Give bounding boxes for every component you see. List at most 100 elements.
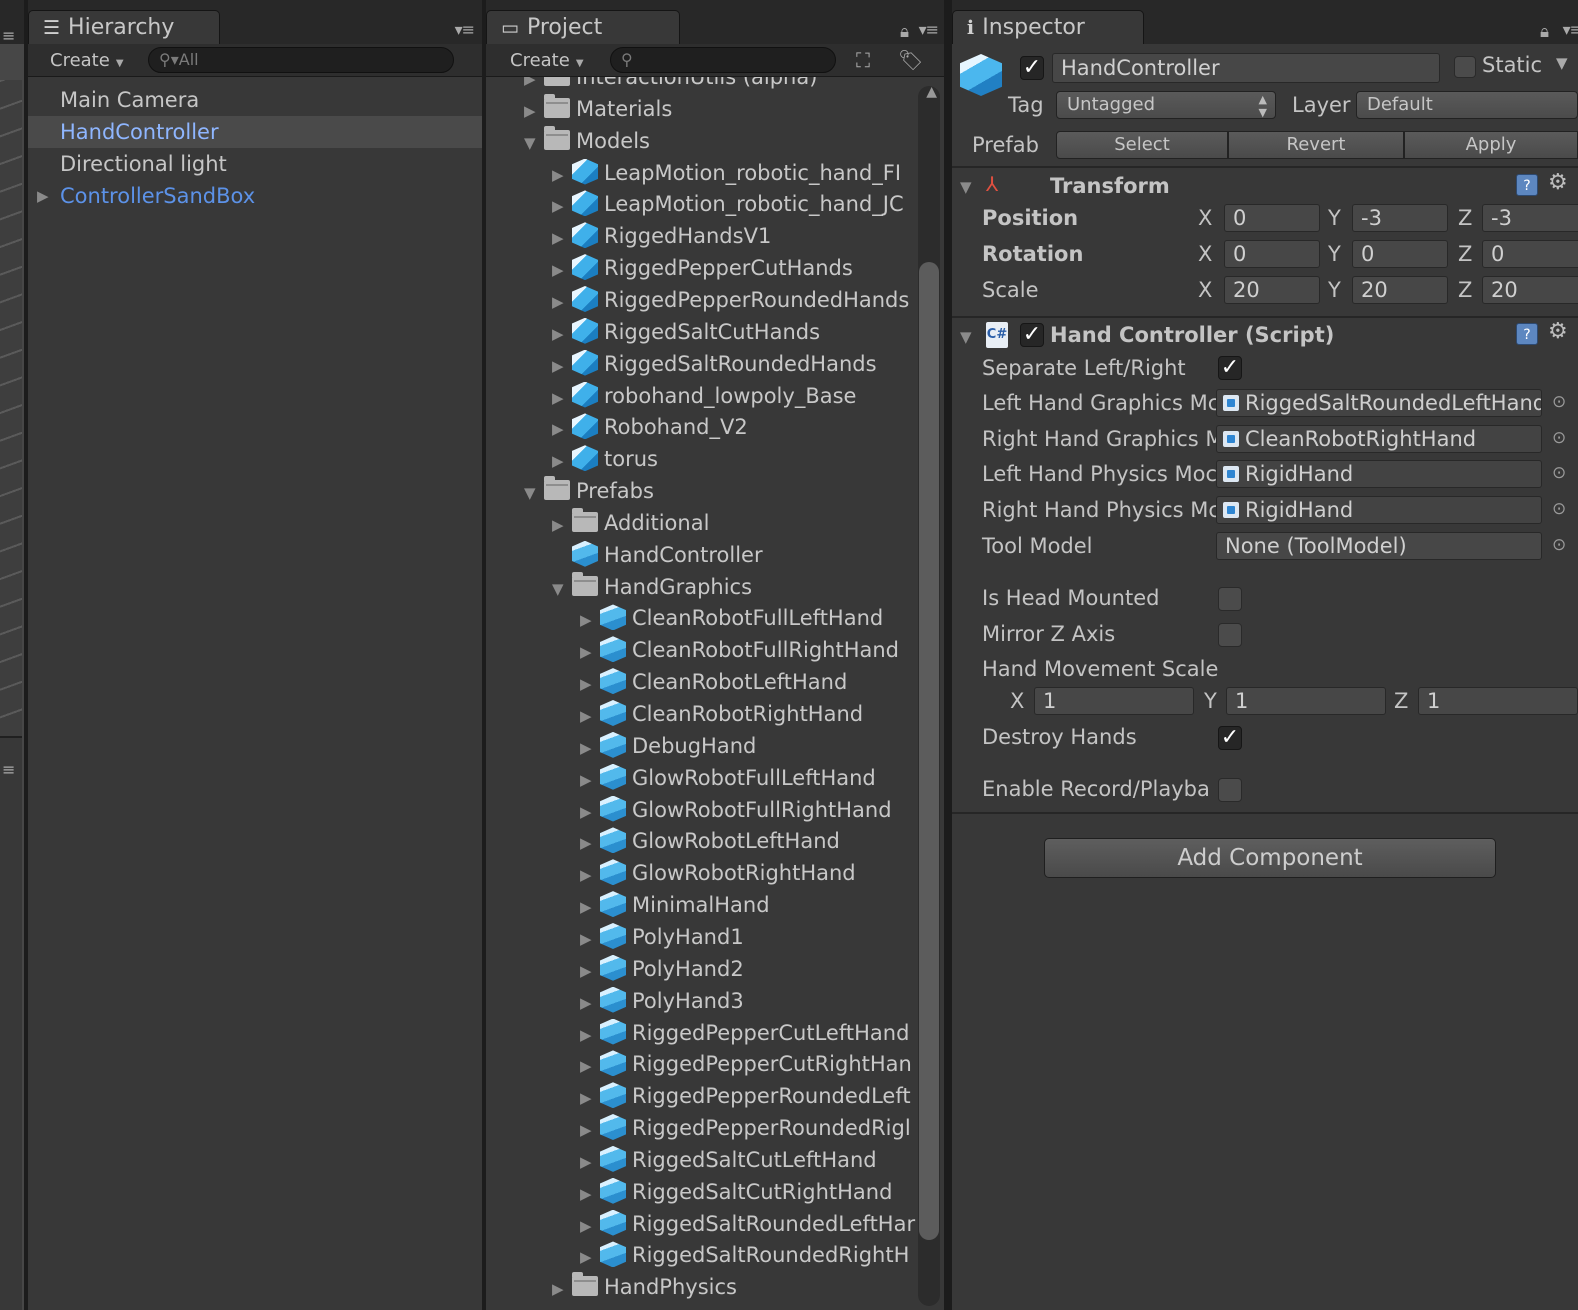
scale-y-field[interactable]: 20 — [1352, 276, 1448, 304]
tab-inspector[interactable]: ℹ Inspector — [952, 10, 1144, 44]
project-tree-item[interactable]: ▶ GlowRobotLeftHand — [580, 825, 916, 857]
project-tree-item[interactable]: ▼ Prefabs — [524, 475, 916, 507]
tab-hierarchy[interactable]: ☰ Hierarchy — [28, 10, 220, 44]
collapsed-arrow-icon[interactable]: ▶ — [580, 1178, 600, 1208]
position-x-field[interactable]: 0 — [1224, 204, 1320, 232]
filter-by-type-icon[interactable]: ⛶ — [856, 48, 870, 72]
create-button[interactable]: Create ▼ — [42, 48, 132, 74]
project-tree-item[interactable]: ▶ RiggedPepperCutHands — [552, 252, 916, 284]
enable-record-checkbox[interactable] — [1218, 778, 1242, 802]
project-tree-item[interactable]: ▶ Materials — [524, 93, 916, 125]
scroll-up-arrow-icon[interactable]: ▲ — [926, 84, 937, 100]
static-checkbox[interactable] — [1454, 56, 1476, 78]
project-tree-item[interactable]: ▶ RiggedPepperRoundedRigl — [580, 1112, 916, 1144]
gear-icon[interactable]: ⚙ — [1548, 170, 1568, 195]
lock-icon[interactable]: 🔒︎ — [900, 22, 909, 42]
layer-dropdown[interactable]: Default — [1356, 91, 1578, 119]
project-tree-item[interactable]: ▶ CleanRobotFullRightHand — [580, 634, 916, 666]
project-tree-item[interactable]: ▶ RiggedPepperCutRightHan — [580, 1048, 916, 1080]
separate-left-right-checkbox[interactable]: ✓ — [1218, 356, 1242, 380]
hierarchy-item[interactable]: Main Camera — [28, 84, 482, 116]
project-tree-item[interactable]: ▶ Additional — [552, 507, 916, 539]
collapsed-arrow-icon[interactable]: ▶ — [552, 382, 572, 412]
tool-model-field[interactable]: None (ToolModel) — [1216, 532, 1542, 560]
collapsed-arrow-icon[interactable]: ▶ — [552, 159, 572, 189]
project-tree-item[interactable]: ▶ RiggedSaltCutHands — [552, 316, 916, 348]
object-name-field[interactable]: HandController — [1052, 53, 1440, 83]
lock-icon[interactable]: 🔒︎ — [1540, 22, 1549, 42]
left-hand-graphics-field[interactable]: RiggedSaltRoundedLeftHand — [1216, 389, 1542, 417]
project-tree-item[interactable]: ▶ CleanRobotLeftHand — [580, 666, 916, 698]
project-tree-item[interactable]: ▼ Models — [524, 125, 916, 157]
project-tree-item[interactable]: ▶ RiggedSaltRoundedHands — [552, 348, 916, 380]
project-tree-item[interactable]: ▶ torus — [552, 443, 916, 475]
collapsed-arrow-icon[interactable]: ▶ — [580, 1146, 600, 1176]
collapsed-arrow-icon[interactable]: ▶ — [580, 1114, 600, 1144]
help-icon[interactable]: ? — [1516, 174, 1538, 196]
project-tree-item[interactable]: ▶ CleanRobotRightHand — [580, 698, 916, 730]
prefab-select-button[interactable]: Select — [1056, 131, 1228, 159]
project-tree-item[interactable]: ▶ RiggedSaltCutLeftHand — [580, 1144, 916, 1176]
scale-z-field[interactable]: 20 — [1482, 276, 1578, 304]
collapsed-arrow-icon[interactable]: ▶ — [580, 1050, 600, 1080]
collapsed-arrow-icon[interactable]: ▶ — [552, 286, 572, 316]
add-component-button[interactable]: Add Component — [1044, 838, 1496, 878]
collapsed-arrow-icon[interactable]: ▶ — [580, 732, 600, 762]
prefab-revert-button[interactable]: Revert — [1228, 131, 1404, 159]
hierarchy-item[interactable]: ▶ ControllerSandBox — [28, 180, 482, 212]
project-tree-item[interactable]: ▶ PolyHand1 — [580, 921, 916, 953]
panel-menu-icon[interactable]: ▾≡ — [455, 20, 475, 39]
project-tree-item[interactable]: ▶ RiggedSaltCutRightHand — [580, 1176, 916, 1208]
collapsed-arrow-icon[interactable]: ▶ — [552, 190, 572, 220]
collapsed-arrow-icon[interactable]: ▶ — [580, 636, 600, 666]
right-hand-graphics-field[interactable]: CleanRobotRightHand — [1216, 425, 1542, 453]
project-tree-item[interactable]: ▶ RiggedHandsV1 — [552, 220, 916, 252]
collapsed-arrow-icon[interactable]: ▶ — [580, 827, 600, 857]
collapsed-arrow-icon[interactable]: ▶ — [552, 254, 572, 284]
project-tree-item[interactable]: HandController — [552, 539, 916, 571]
left-hand-physics-field[interactable]: RigidHand — [1216, 460, 1542, 488]
object-picker-icon[interactable]: ⊙ — [1552, 535, 1566, 555]
movement-scale-z-field[interactable]: 1 — [1418, 687, 1578, 715]
project-tree-item[interactable]: ▶ RiggedPepperRoundedLeft — [580, 1080, 916, 1112]
object-picker-icon[interactable]: ⊙ — [1552, 392, 1566, 412]
active-checkbox[interactable]: ✓ — [1020, 56, 1044, 80]
movement-scale-x-field[interactable]: 1 — [1034, 687, 1194, 715]
rotation-z-field[interactable]: 0 — [1482, 240, 1578, 268]
collapsed-arrow-icon[interactable]: ▶ — [524, 77, 544, 93]
filter-by-label-icon[interactable]: 🏷︎ — [898, 48, 923, 72]
project-tree-item[interactable]: ▶ MinimalHand — [580, 889, 916, 921]
collapsed-arrow-icon[interactable]: ▶ — [580, 923, 600, 953]
project-tree-item[interactable]: ▶ PolyHand3 — [580, 985, 916, 1017]
head-mounted-checkbox[interactable] — [1218, 587, 1242, 611]
hierarchy-item[interactable]: Directional light — [28, 148, 482, 180]
mirror-z-checkbox[interactable] — [1218, 623, 1242, 647]
collapsed-arrow-icon[interactable]: ▶ — [580, 700, 600, 730]
tag-dropdown[interactable]: Untagged ▲ ▼ — [1056, 91, 1276, 119]
menu-icon[interactable]: ≡ — [2, 26, 15, 45]
gear-icon[interactable]: ⚙ — [1548, 319, 1568, 344]
project-tree-item[interactable]: ▶ CleanRobotFullLeftHand — [580, 602, 916, 634]
movement-scale-y-field[interactable]: 1 — [1226, 687, 1386, 715]
collapsed-arrow-icon[interactable]: ▶ — [524, 95, 544, 125]
collapsed-arrow-icon[interactable]: ▶ — [580, 955, 600, 985]
project-tree-item[interactable]: ▶ LeapMotion_robotic_hand_JC — [552, 188, 916, 220]
collapsed-arrow-icon[interactable]: ▶ — [552, 350, 572, 380]
tab-project[interactable]: ▭ Project — [486, 10, 680, 44]
foldout-arrow-icon[interactable]: ▼ — [960, 328, 972, 346]
destroy-hands-checkbox[interactable]: ✓ — [1218, 726, 1242, 750]
collapsed-arrow-icon[interactable]: ▶ — [580, 668, 600, 698]
collapsed-arrow-icon[interactable]: ▶ — [580, 1241, 600, 1271]
collapsed-arrow-icon[interactable]: ▶ — [552, 445, 572, 475]
position-y-field[interactable]: -3 — [1352, 204, 1448, 232]
component-enabled-checkbox[interactable]: ✓ — [1020, 323, 1044, 347]
project-tree-item[interactable]: ▶ LeapMotion_robotic_hand_FI — [552, 157, 916, 189]
search-input[interactable]: ⚲▾All — [148, 47, 454, 73]
collapsed-arrow-icon[interactable]: ▶ — [580, 764, 600, 794]
scene-grid[interactable] — [0, 80, 22, 736]
rotation-x-field[interactable]: 0 — [1224, 240, 1320, 268]
collapsed-arrow-icon[interactable]: ▶ — [580, 796, 600, 826]
panel-menu-icon[interactable]: ▾≡ — [1563, 20, 1578, 39]
project-tree-item[interactable]: ▶ GlowRobotRightHand — [580, 857, 916, 889]
create-button[interactable]: Create ▼ — [502, 48, 592, 74]
